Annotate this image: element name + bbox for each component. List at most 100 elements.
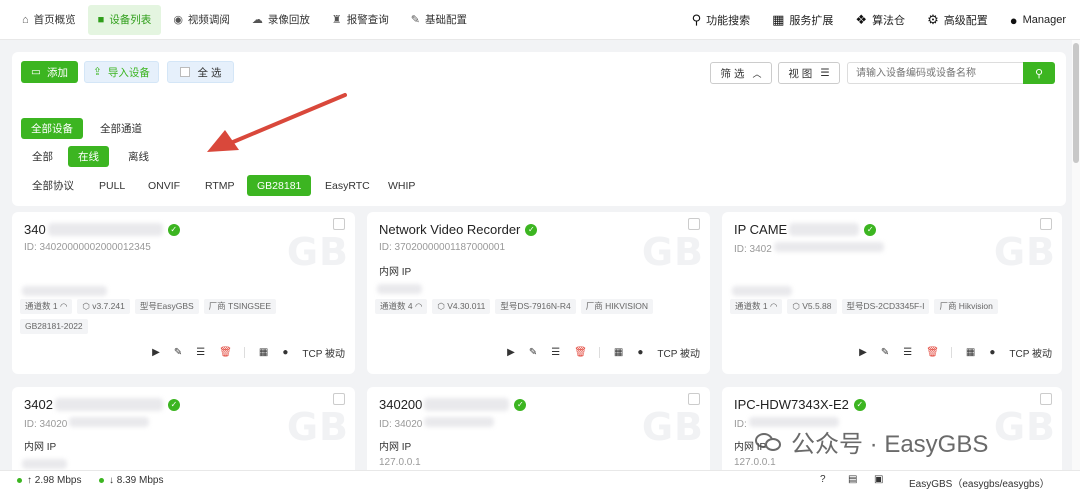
chip-protocol-all[interactable]: 全部协议 bbox=[22, 175, 84, 196]
view-button[interactable]: 视 图 ☰ bbox=[778, 62, 840, 84]
nav-playback[interactable]: ☁ 录像回放 bbox=[242, 5, 320, 35]
device-title-text: 340 bbox=[24, 222, 46, 237]
device-card[interactable]: GB 340 ✓ ID: 34020000002000012345 通道数 1 ◠… bbox=[12, 212, 355, 374]
list-icon[interactable]: ☰ bbox=[903, 347, 912, 358]
card-checkbox[interactable] bbox=[688, 218, 700, 230]
tag-model: 型号EasyGBS bbox=[134, 299, 199, 314]
import-button[interactable]: ⇪ 导入设备 bbox=[84, 61, 159, 83]
chip-status-offline[interactable]: 离线 bbox=[118, 146, 159, 167]
card-checkbox[interactable] bbox=[688, 393, 700, 405]
device-id: ID: 34020 bbox=[379, 417, 495, 430]
user-icon[interactable]: ● bbox=[637, 347, 643, 358]
card-checkbox[interactable] bbox=[333, 218, 345, 230]
wechat-icon bbox=[755, 431, 783, 453]
annotation-arrow bbox=[207, 93, 347, 152]
cloud-icon: ☁ bbox=[251, 14, 263, 26]
nav-video-view-label: 视频调阅 bbox=[187, 14, 230, 26]
tag-channels: 通道数 1 ◠ bbox=[20, 299, 73, 314]
delete-icon[interactable]: 🗑 bbox=[574, 347, 587, 358]
search-button[interactable]: ⚲ bbox=[1023, 62, 1055, 84]
chip-all-devices[interactable]: 全部设备 bbox=[21, 118, 83, 139]
status-bar: ↑ 2.98 Mbps ↓ 8.39 Mbps ? ▤ ▣ EasyGBS（ea… bbox=[0, 470, 1080, 489]
delete-icon[interactable]: 🗑 bbox=[926, 347, 939, 358]
device-title-text: 340200 bbox=[379, 397, 423, 412]
nav-algorithm[interactable]: ❖ 算法仓 bbox=[845, 5, 915, 35]
top-right-menu: ⚲ 功能搜索 ▦ 服务扩展 ❖ 算法仓 ⚙ 高级配置 ● Manager bbox=[682, 0, 1080, 40]
upload-icon: ⇪ bbox=[93, 66, 102, 78]
device-card[interactable]: GB 3402 ✓ ID: 34020 内网 IP bbox=[12, 387, 355, 477]
play-circle-icon: ◉ bbox=[173, 14, 183, 26]
nav-config[interactable]: ✎ 基础配置 bbox=[401, 5, 477, 35]
device-tags: 通道数 4 ◠ ⬡ V4.30.011 型号DS-7916N-R4 厂商 HIK… bbox=[375, 299, 705, 319]
user-icon[interactable]: ● bbox=[989, 347, 995, 358]
sync-icon: ◠ bbox=[769, 301, 778, 311]
device-card[interactable]: GB Network Video Recorder ✓ ID: 370200000… bbox=[367, 212, 710, 374]
home-icon: ⌂ bbox=[22, 13, 29, 26]
list-icon[interactable]: ☰ bbox=[196, 347, 205, 358]
edit-icon[interactable]: ✎ bbox=[529, 347, 537, 358]
nav-home[interactable]: ⌂ 首页概览 bbox=[12, 5, 86, 35]
online-check-icon: ✓ bbox=[167, 398, 180, 411]
chip-status-online[interactable]: 在线 bbox=[68, 146, 109, 167]
chip-protocol-onvif[interactable]: ONVIF bbox=[138, 175, 190, 196]
chip-status-all[interactable]: 全部 bbox=[22, 146, 63, 167]
chevron-up-icon: ︿ bbox=[752, 68, 762, 79]
wechat-watermark: 公众号 · EasyGBS bbox=[755, 424, 988, 459]
card-checkbox[interactable] bbox=[1040, 218, 1052, 230]
nav-device-list-label: 设备列表 bbox=[109, 14, 152, 26]
tcp-mode[interactable]: TCP 被动 bbox=[657, 345, 700, 360]
filter-button-label: 筛 选 bbox=[720, 67, 745, 80]
search-input[interactable] bbox=[847, 62, 1023, 84]
image-icon[interactable]: ▣ bbox=[874, 474, 883, 485]
card-checkbox[interactable] bbox=[333, 393, 345, 405]
qrcode-icon[interactable]: ▦ bbox=[966, 347, 975, 358]
add-button[interactable]: ▭ 添加 bbox=[21, 61, 78, 83]
nav-alarm-label: 报警查询 bbox=[346, 14, 389, 26]
online-check-icon: ✓ bbox=[864, 223, 877, 236]
page-scrollbar[interactable] bbox=[1072, 40, 1080, 470]
user-icon[interactable]: ● bbox=[282, 347, 288, 358]
nav-service-ext[interactable]: ▦ 服务扩展 bbox=[762, 5, 843, 35]
qrcode-icon[interactable]: ▦ bbox=[259, 347, 268, 358]
nav-user[interactable]: ● Manager bbox=[1000, 5, 1076, 35]
tag-version: ⬡ V5.5.88 bbox=[787, 299, 837, 314]
scrollbar-thumb[interactable] bbox=[1073, 43, 1079, 163]
select-all-button[interactable]: 全 选 bbox=[167, 61, 234, 83]
filter-button[interactable]: 筛 选 ︿ bbox=[710, 62, 772, 84]
chip-all-channels[interactable]: 全部通道 bbox=[90, 118, 152, 139]
online-check-icon: ✓ bbox=[853, 398, 866, 411]
nav-alarm[interactable]: ♜ 报警查询 bbox=[322, 5, 399, 35]
chip-protocol-pull[interactable]: PULL bbox=[89, 175, 135, 196]
tag-model: 型号DS-7916N-R4 bbox=[495, 299, 576, 314]
nav-feature-search[interactable]: ⚲ 功能搜索 bbox=[682, 5, 761, 35]
checkbox-icon bbox=[179, 67, 190, 77]
edit-icon[interactable]: ✎ bbox=[174, 347, 182, 358]
document-icon[interactable]: ▤ bbox=[848, 474, 857, 485]
nav-video-view[interactable]: ◉ 视频调阅 bbox=[163, 5, 240, 35]
device-card[interactable]: GB IP CAME ✓ ID: 3402 通道数 1 ◠ ⬡ V5.5.88 型… bbox=[722, 212, 1062, 374]
device-title: Network Video Recorder ✓ bbox=[379, 222, 538, 237]
chip-protocol-gb28181[interactable]: GB28181 bbox=[247, 175, 312, 196]
qrcode-icon[interactable]: ▦ bbox=[614, 347, 623, 358]
tcp-mode[interactable]: TCP 被动 bbox=[302, 345, 345, 360]
alarm-icon: ♜ bbox=[331, 14, 342, 26]
nav-device-list[interactable]: ■ 设备列表 bbox=[87, 4, 162, 35]
tcp-mode[interactable]: TCP 被动 bbox=[1009, 345, 1052, 360]
play-icon[interactable]: ▶ bbox=[507, 347, 515, 358]
card-checkbox[interactable] bbox=[1040, 393, 1052, 405]
list-icon[interactable]: ☰ bbox=[551, 347, 560, 358]
chip-protocol-rtmp[interactable]: RTMP bbox=[195, 175, 245, 196]
chip-protocol-whip[interactable]: WHIP bbox=[378, 175, 425, 196]
chip-protocol-easyrtc[interactable]: EasyRTC bbox=[315, 175, 380, 196]
nav-advanced[interactable]: ⚙ 高级配置 bbox=[917, 5, 998, 35]
edit-icon[interactable]: ✎ bbox=[881, 347, 889, 358]
device-title-text: IP CAME bbox=[734, 222, 788, 237]
help-icon[interactable]: ? bbox=[820, 474, 826, 485]
tag-vendor: 厂商 Hikvision bbox=[934, 299, 998, 314]
delete-icon[interactable]: 🗑 bbox=[219, 347, 232, 358]
device-card[interactable]: GB 340200 ✓ ID: 34020 内网 IP 127.0.0.1 bbox=[367, 387, 710, 477]
play-icon[interactable]: ▶ bbox=[859, 347, 867, 358]
view-button-label: 视 图 bbox=[788, 67, 813, 80]
upload-rate: ↑ 2.98 Mbps bbox=[17, 475, 81, 486]
play-icon[interactable]: ▶ bbox=[152, 347, 160, 358]
